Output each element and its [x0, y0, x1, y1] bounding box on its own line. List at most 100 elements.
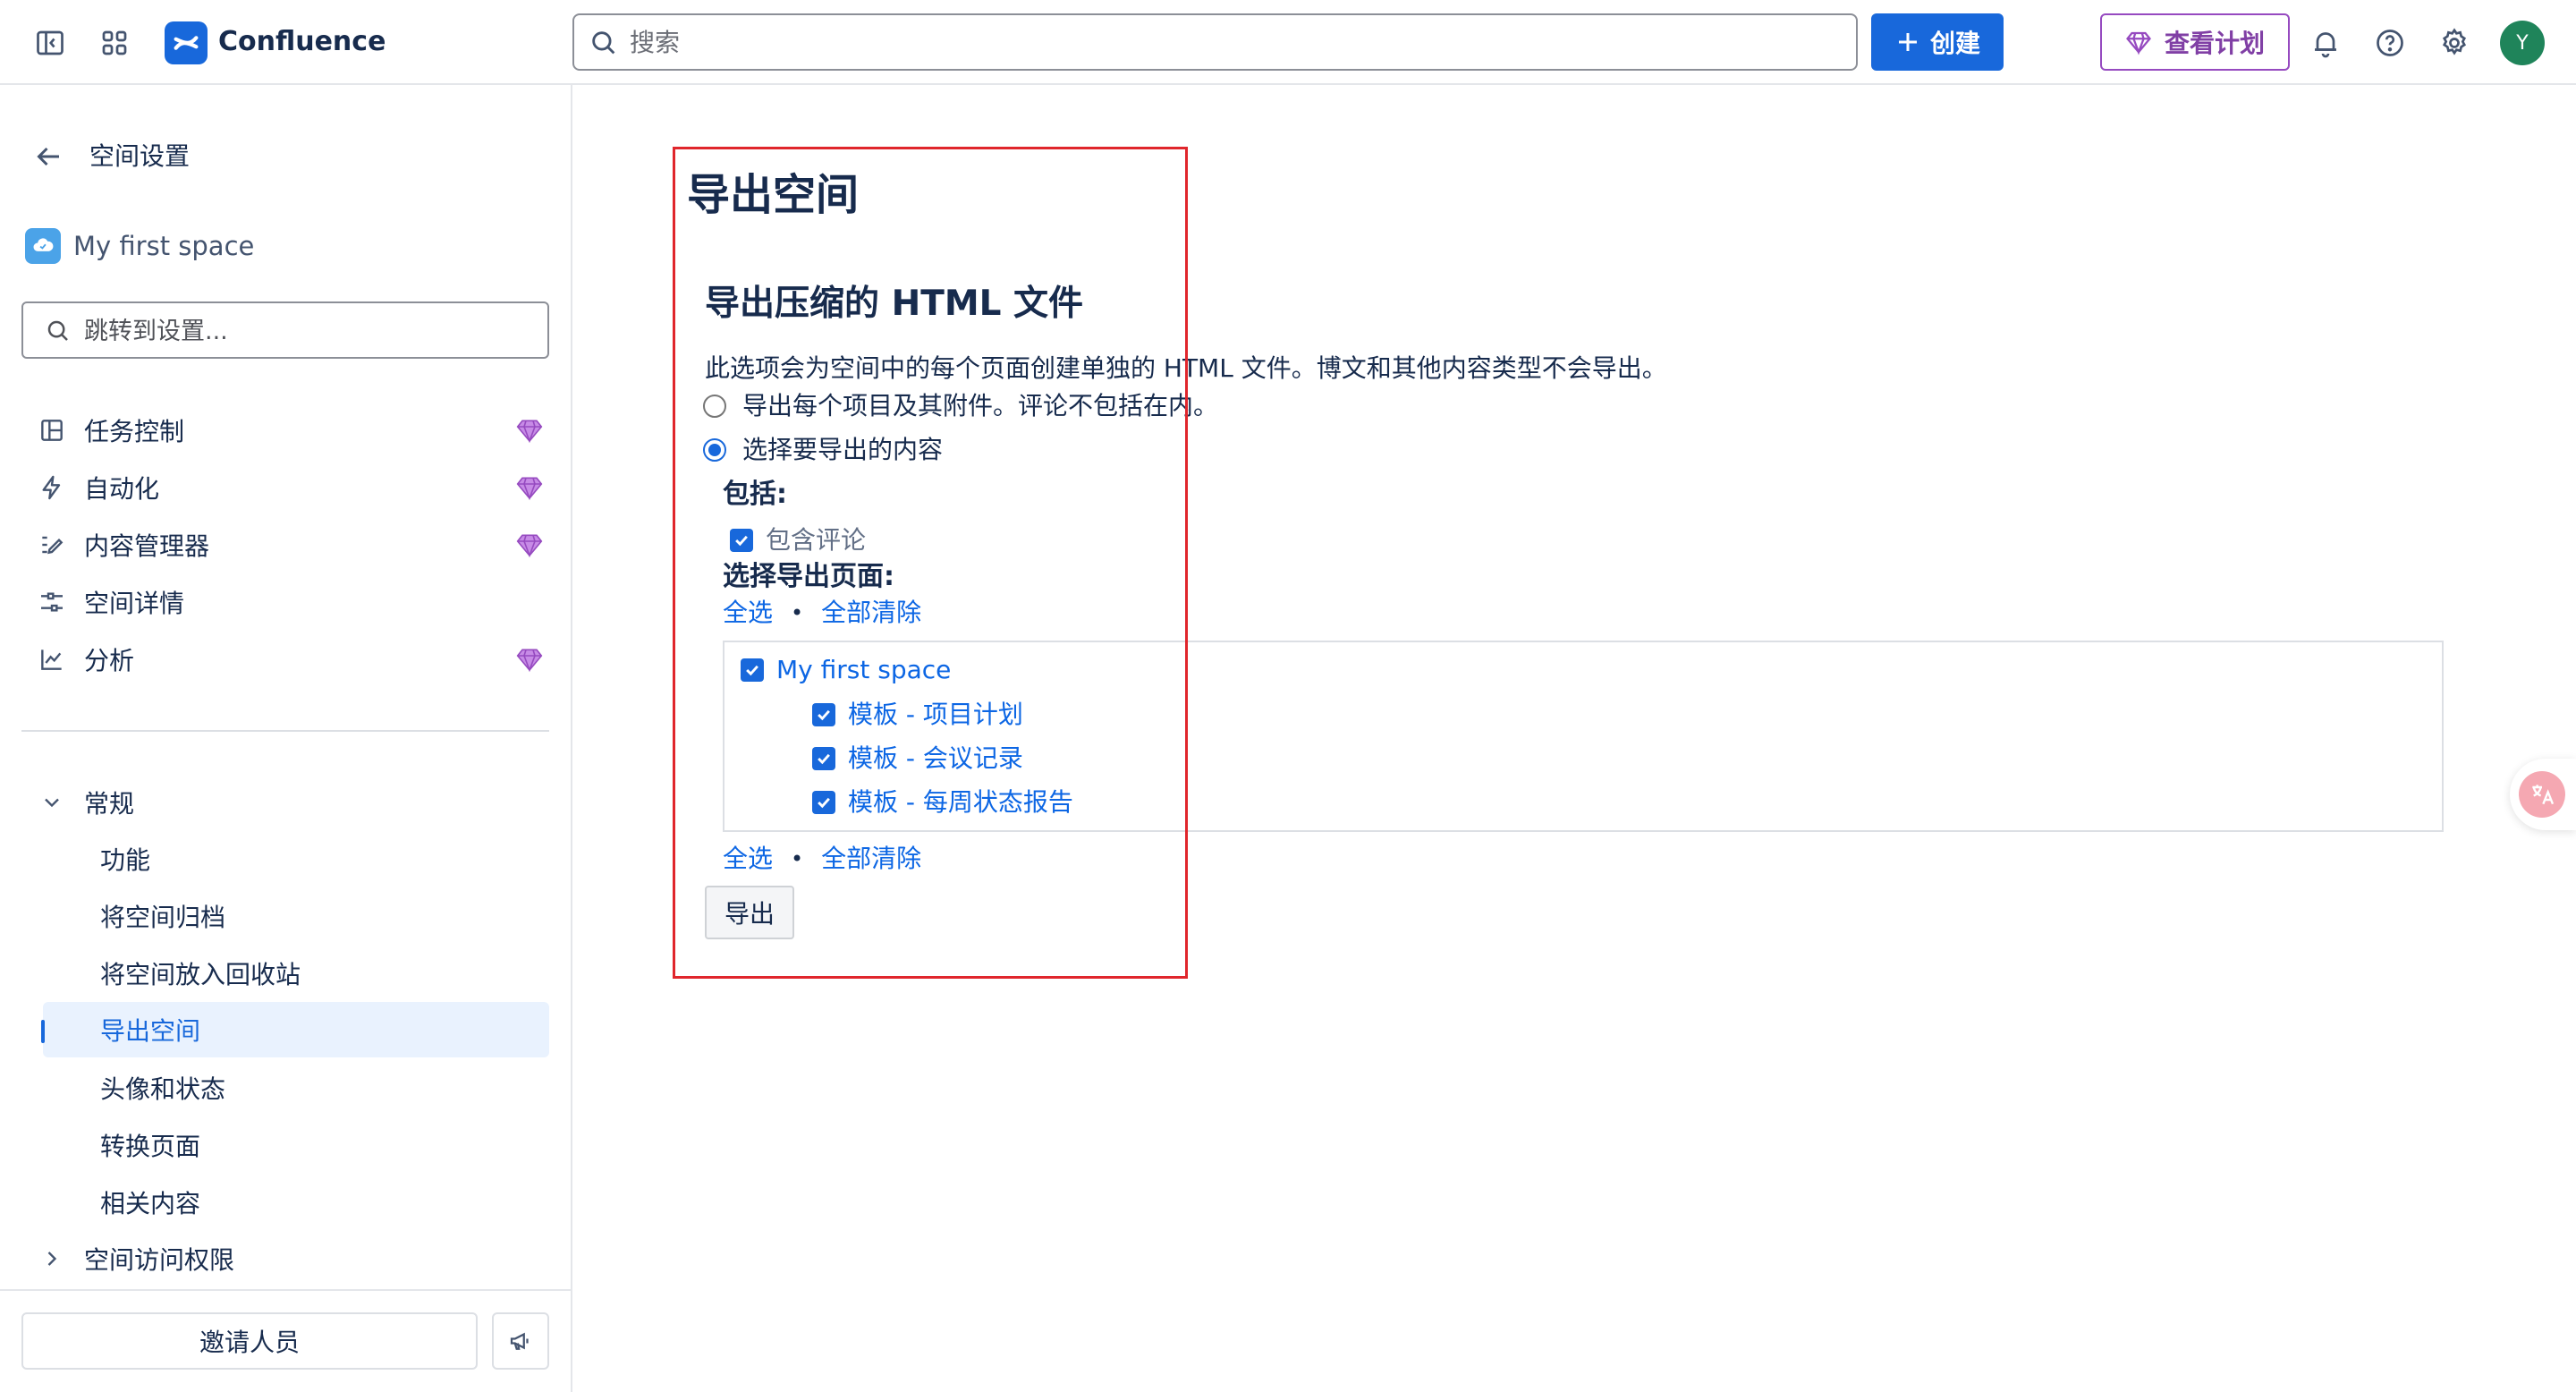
tree-item-child[interactable]: 模板 - 每周状态报告: [812, 785, 1073, 820]
separator-dot: •: [791, 600, 804, 625]
translate-icon: [2519, 771, 2565, 818]
export-description: 此选项会为空间中的每个页面创建单独的 HTML 文件。博文和其他内容类型不会导出…: [705, 353, 1667, 383]
top-navigation-bar: Confluence 创建 查看计划 Y: [0, 0, 2576, 85]
sidebar-toggle-icon[interactable]: [30, 23, 70, 63]
sidebar-group-space-access[interactable]: 空间访问权限: [21, 1232, 549, 1286]
space-link[interactable]: My first space: [25, 228, 254, 264]
back-to-space-settings[interactable]: 空间设置: [32, 139, 190, 174]
sidebar-item-label: 头像和状态: [100, 1074, 226, 1104]
search-icon: [47, 320, 68, 341]
tree-item-checkbox[interactable]: [812, 747, 835, 770]
sidebar-item-avatar-status[interactable]: 头像和状态: [43, 1060, 549, 1116]
tree-item-label[interactable]: My first space: [776, 652, 951, 688]
tree-item-checkbox[interactable]: [812, 703, 835, 726]
tree-item-label[interactable]: 模板 - 会议记录: [848, 741, 1023, 777]
chevron-right-icon: [34, 1241, 70, 1277]
export-all-radio[interactable]: [703, 395, 726, 418]
sidebar-item-analytics[interactable]: 分析: [21, 632, 549, 686]
export-all-option[interactable]: 导出每个项目及其附件。评论不包括在内。: [703, 388, 1218, 424]
translate-widget[interactable]: [2510, 759, 2576, 830]
app-name[interactable]: Confluence: [218, 24, 386, 60]
plus-icon: [1898, 33, 1917, 51]
user-avatar[interactable]: Y: [2500, 21, 2545, 65]
export-button[interactable]: 导出: [705, 886, 794, 939]
tree-item-checkbox[interactable]: [812, 791, 835, 814]
sidebar-item-label: 转换页面: [100, 1132, 201, 1161]
confluence-logo-icon[interactable]: [165, 21, 208, 64]
custom-export-radio[interactable]: [703, 438, 726, 462]
space-settings-sidebar: 空间设置 My first space 任务控制 自动化 内容管理器 空间详情 …: [0, 85, 572, 1392]
settings-search[interactable]: [21, 301, 549, 359]
sidebar-footer-divider: [0, 1289, 572, 1291]
line-chart-icon: [34, 641, 70, 677]
sidebar-item-label: 空间详情: [84, 589, 185, 618]
search-input[interactable]: [630, 24, 1837, 60]
sidebar-item-space-details[interactable]: 空间详情: [21, 575, 549, 629]
global-search[interactable]: [572, 13, 1858, 71]
select-all-link[interactable]: 全选: [723, 595, 773, 631]
sidebar-item-label: 将空间归档: [100, 903, 226, 932]
include-heading: 包括:: [723, 479, 787, 510]
board-icon: [34, 412, 70, 448]
sidebar-item-label: 自动化: [84, 474, 160, 504]
notifications-bell-icon[interactable]: [2306, 23, 2345, 63]
include-comments-option[interactable]: 包含评论: [730, 522, 866, 558]
view-plans-button[interactable]: 查看计划: [2100, 13, 2290, 71]
cloud-space-icon: [25, 228, 61, 264]
settings-gear-icon[interactable]: [2435, 23, 2474, 63]
select-all-link[interactable]: 全选: [723, 841, 773, 877]
sidebar-group-label: 空间访问权限: [84, 1245, 235, 1275]
select-links-top: 全选 • 全部清除: [723, 595, 921, 631]
app-switcher-icon[interactable]: [95, 23, 134, 63]
search-icon: [592, 31, 615, 55]
sidebar-item-label: 将空间放入回收站: [100, 960, 301, 989]
create-button-label: 创建: [1929, 29, 1980, 58]
sidebar-item-automation[interactable]: 自动化: [21, 461, 549, 514]
invite-people-button[interactable]: 邀请人员: [21, 1312, 478, 1370]
sidebar-item-label: 功能: [100, 845, 151, 875]
select-pages-heading: 选择导出页面:: [723, 561, 894, 592]
sidebar-item-label: 内容管理器: [84, 531, 210, 561]
sidebar-item-archive-space[interactable]: 将空间归档: [43, 888, 549, 944]
sidebar-item-task-control[interactable]: 任务控制: [21, 403, 549, 457]
view-plans-label: 查看计划: [2164, 29, 2265, 58]
sliders-icon: [34, 584, 70, 620]
include-comments-checkbox[interactable]: [730, 529, 753, 552]
create-button[interactable]: 创建: [1871, 13, 2004, 71]
sidebar-item-label: 任务控制: [84, 417, 185, 446]
tree-item-child[interactable]: 模板 - 项目计划: [812, 697, 1023, 733]
section-title: 导出压缩的 HTML 文件: [705, 284, 1084, 324]
clear-all-link[interactable]: 全部清除: [821, 595, 921, 631]
arrow-left-icon: [37, 147, 59, 166]
settings-search-input[interactable]: [84, 314, 531, 348]
megaphone-icon: [510, 1332, 529, 1350]
sidebar-item-content-manager[interactable]: 内容管理器: [21, 518, 549, 572]
tree-item-child[interactable]: 模板 - 会议记录: [812, 741, 1023, 777]
gem-icon: [2126, 31, 2151, 55]
space-name: My first space: [73, 231, 255, 261]
tree-item-label[interactable]: 模板 - 每周状态报告: [848, 785, 1073, 820]
premium-gem-icon: [516, 649, 543, 673]
page-title: 导出空间: [687, 170, 860, 220]
sidebar-item-convert-pages[interactable]: 转换页面: [43, 1117, 549, 1173]
select-links-bottom: 全选 • 全部清除: [723, 841, 921, 877]
sidebar-item-label: 相关内容: [100, 1189, 201, 1218]
tree-item-label[interactable]: 模板 - 项目计划: [848, 697, 1023, 733]
premium-gem-icon: [516, 477, 543, 501]
space-settings-heading: 空间设置: [89, 141, 191, 171]
sidebar-item-features[interactable]: 功能: [43, 831, 549, 887]
tree-item-root[interactable]: My first space: [741, 652, 951, 688]
sidebar-item-label: 导出空间: [100, 1016, 201, 1046]
custom-export-label: 选择要导出的内容: [742, 435, 944, 464]
separator-dot: •: [791, 846, 804, 871]
feedback-megaphone-button[interactable]: [492, 1312, 549, 1370]
chevron-down-icon: [34, 785, 70, 820]
tree-item-checkbox[interactable]: [741, 658, 764, 682]
sidebar-group-general[interactable]: 常规: [21, 776, 549, 829]
sidebar-item-export-space[interactable]: 导出空间: [43, 1002, 549, 1057]
clear-all-link[interactable]: 全部清除: [821, 841, 921, 877]
custom-export-option[interactable]: 选择要导出的内容: [703, 432, 943, 468]
sidebar-item-trash-space[interactable]: 将空间放入回收站: [43, 946, 549, 1001]
sidebar-item-related-content[interactable]: 相关内容: [43, 1175, 549, 1230]
help-icon[interactable]: [2370, 23, 2410, 63]
